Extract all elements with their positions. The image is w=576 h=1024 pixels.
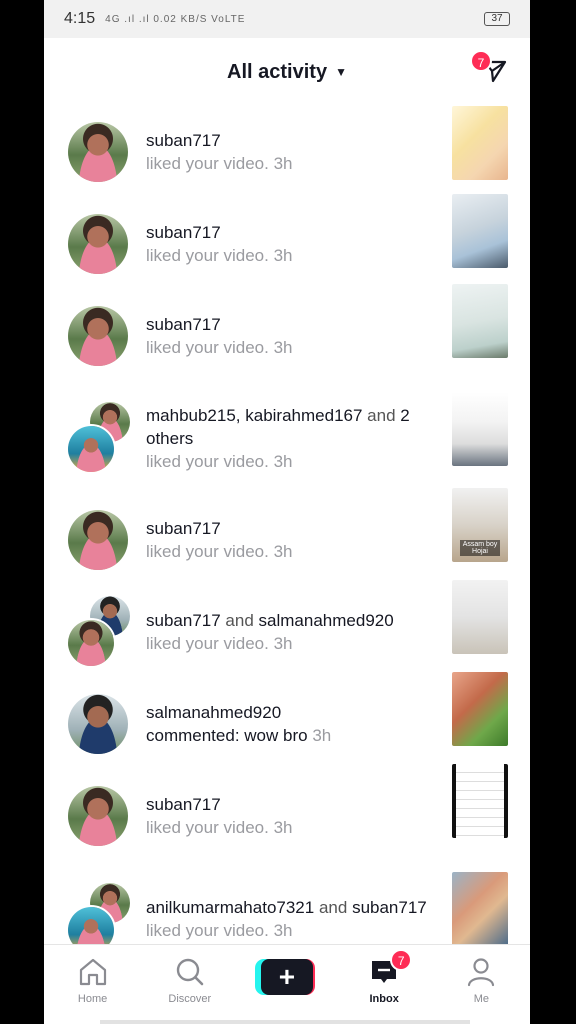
- list-item[interactable]: suban717 liked your video. 3h: [44, 284, 530, 382]
- usernames[interactable]: suban717 and salmanahmed920: [146, 609, 440, 632]
- plus-icon: +: [260, 959, 313, 995]
- video-thumbnail[interactable]: [452, 194, 508, 268]
- video-thumbnail[interactable]: [452, 106, 508, 180]
- nav-home[interactable]: Home: [53, 955, 133, 1005]
- avatar[interactable]: [66, 304, 130, 368]
- home-icon: [79, 958, 106, 986]
- list-item[interactable]: suban717 liked your video. 3h Assam boy …: [44, 488, 530, 586]
- list-item[interactable]: suban717 liked your video. 3h: [44, 194, 530, 290]
- video-thumbnail[interactable]: [452, 580, 508, 654]
- nav-discover[interactable]: Discover: [150, 955, 230, 1005]
- nav-create[interactable]: +: [247, 955, 327, 995]
- search-icon: [176, 958, 204, 986]
- inbox-badge: 7: [390, 949, 413, 971]
- video-thumbnail[interactable]: [452, 284, 508, 358]
- list-item[interactable]: mahbub215, kabirahmed167 and 2 others li…: [44, 382, 530, 494]
- home-indicator: [100, 1020, 470, 1024]
- avatar-stack[interactable]: [66, 594, 132, 668]
- nav-discover-label: Discover: [168, 993, 212, 1005]
- activity-filter-title[interactable]: All activity: [227, 61, 327, 84]
- status-time: 4:15: [64, 10, 96, 27]
- list-item[interactable]: suban717 liked your video. 3h: [44, 106, 530, 198]
- usernames[interactable]: suban717: [146, 129, 440, 152]
- notification-action: liked your video. 3h: [146, 154, 293, 173]
- video-thumbnail[interactable]: [452, 872, 508, 946]
- bottom-navigation: Home Discover + 7 Inbox Me: [44, 944, 530, 1024]
- video-thumbnail[interactable]: [452, 764, 508, 838]
- usernames[interactable]: salmanahmed920: [146, 701, 440, 724]
- avatar-stack[interactable]: [66, 400, 132, 474]
- usernames[interactable]: suban717: [146, 517, 440, 540]
- notification-action: liked your video. 3h: [146, 634, 293, 653]
- status-bar: 4:15 4G .ıl .ıl 0.02 KB/S VoLTE 37: [44, 0, 530, 38]
- notification-action: liked your video. 3h: [146, 246, 293, 265]
- usernames[interactable]: suban717: [146, 793, 440, 816]
- avatar[interactable]: [66, 120, 130, 184]
- usernames[interactable]: mahbub215, kabirahmed167 and 2 others: [146, 404, 440, 450]
- nav-inbox[interactable]: 7 Inbox: [344, 949, 424, 1005]
- battery-icon: 37: [484, 12, 510, 26]
- nav-inbox-label: Inbox: [369, 993, 399, 1005]
- list-item[interactable]: suban717 liked your video. 3h: [44, 764, 530, 862]
- avatar-stack[interactable]: [66, 881, 132, 955]
- dm-badge: 7: [470, 50, 492, 72]
- nav-home-label: Home: [77, 993, 108, 1005]
- chevron-down-icon[interactable]: ▼: [335, 65, 347, 79]
- usernames[interactable]: anilkumarmahato7321 and suban717: [146, 896, 440, 919]
- notification-action: liked your video. 3h: [146, 542, 293, 561]
- list-item[interactable]: suban717 and salmanahmed920 liked your v…: [44, 580, 530, 678]
- avatar[interactable]: [66, 508, 130, 572]
- create-button[interactable]: +: [254, 959, 315, 995]
- list-item[interactable]: salmanahmed920 commented: wow bro 3h: [44, 672, 530, 770]
- usernames[interactable]: suban717: [146, 313, 440, 336]
- video-thumbnail[interactable]: Assam boy Hojai: [452, 488, 508, 562]
- avatar[interactable]: [66, 784, 130, 848]
- activity-list: suban717 liked your video. 3h suban717 l…: [44, 106, 530, 976]
- notification-action: liked your video. 3h: [146, 818, 293, 837]
- phone-screen: 4:15 4G .ıl .ıl 0.02 KB/S VoLTE 37 All a…: [44, 0, 530, 1024]
- video-thumbnail[interactable]: [452, 392, 508, 466]
- notification-action: liked your video. 3h: [146, 451, 293, 471]
- notification-action: liked your video. 3h: [146, 338, 293, 357]
- usernames[interactable]: suban717: [146, 221, 440, 244]
- nav-me-label: Me: [473, 993, 489, 1005]
- notification-action: commented: wow bro 3h: [146, 726, 332, 745]
- avatar[interactable]: [66, 212, 130, 276]
- notification-action: liked your video. 3h: [146, 921, 293, 940]
- avatar[interactable]: [66, 692, 130, 756]
- profile-icon: [468, 958, 495, 987]
- inbox-header: All activity ▼ 7: [44, 38, 530, 106]
- thumbnail-caption: Assam boy Hojai: [460, 540, 500, 556]
- video-thumbnail[interactable]: [452, 672, 508, 746]
- nav-me[interactable]: Me: [441, 955, 521, 1005]
- signal-indicators: 4G .ıl .ıl 0.02 KB/S VoLTE: [105, 13, 246, 25]
